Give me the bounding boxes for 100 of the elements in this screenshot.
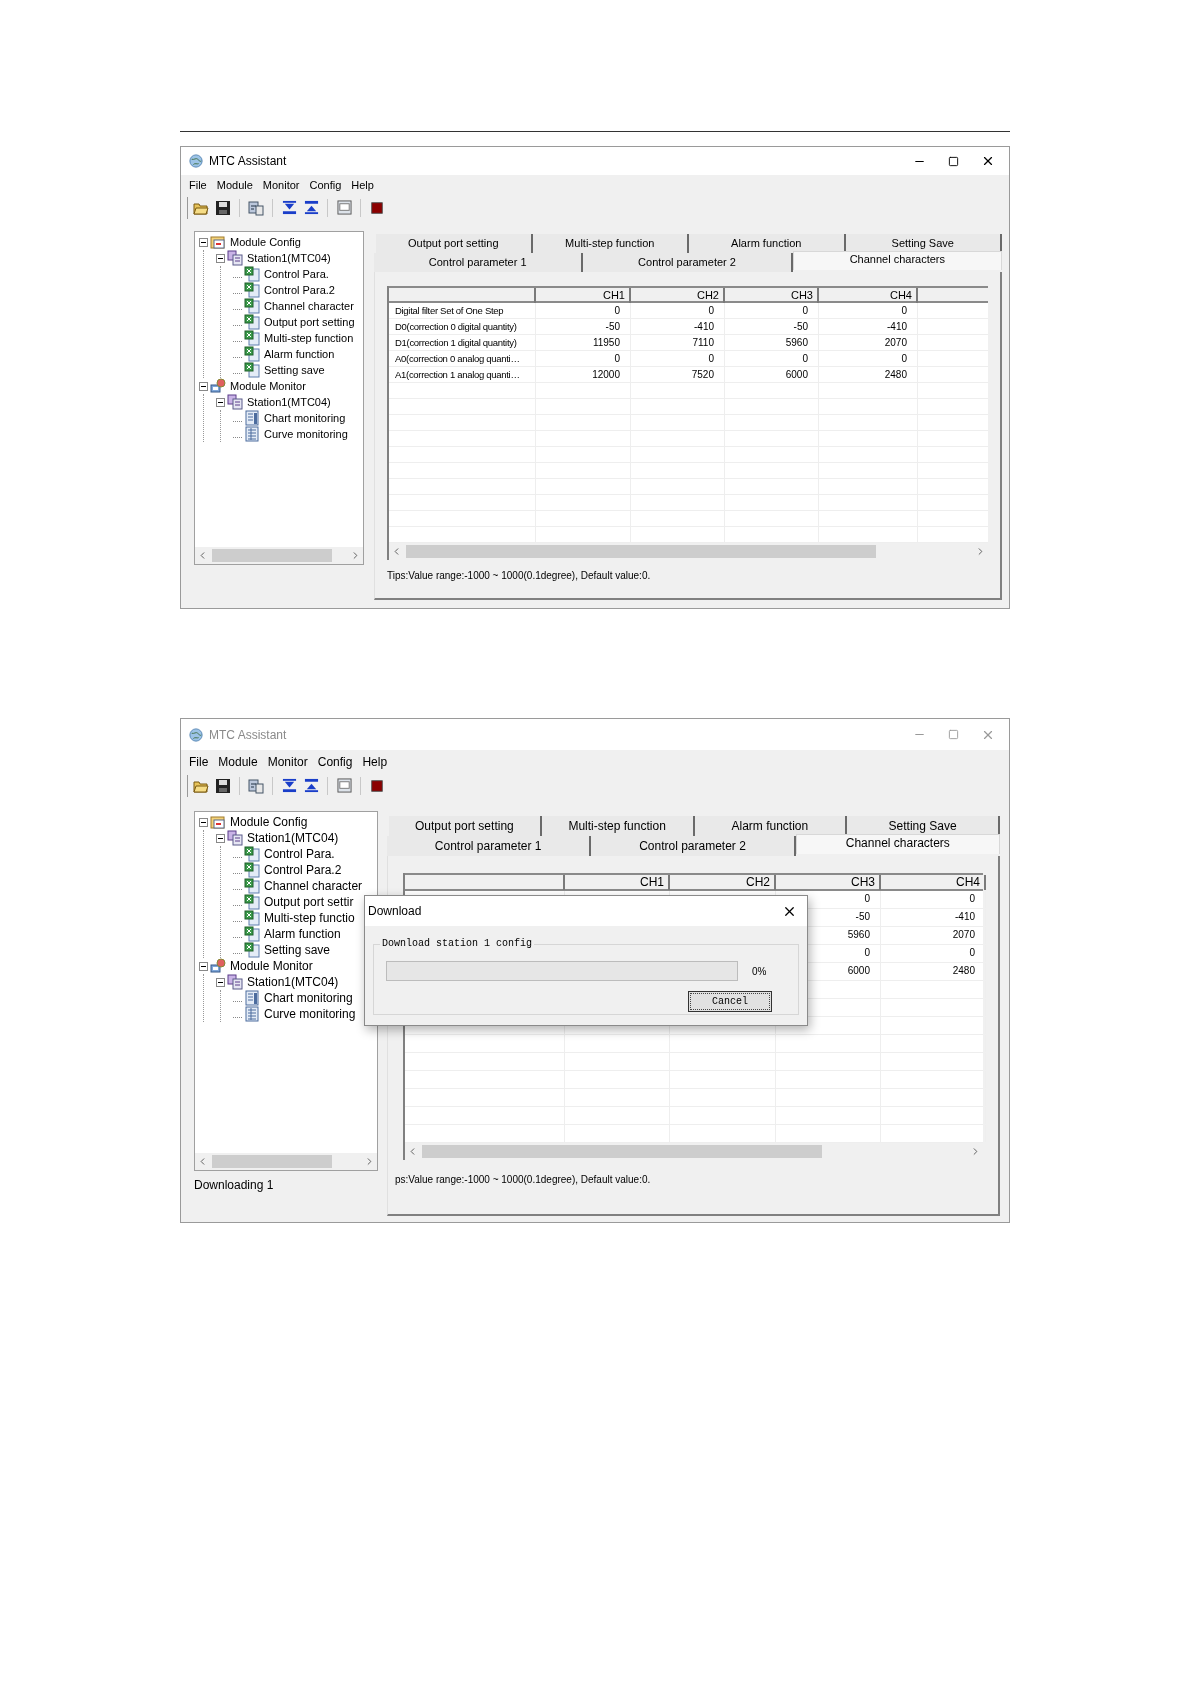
upload-icon[interactable]: [302, 776, 320, 795]
download-icon[interactable]: [280, 198, 298, 217]
horizontal-scrollbar[interactable]: [389, 543, 988, 560]
tree-item[interactable]: Module Monitor: [228, 957, 313, 975]
collapse-icon[interactable]: [216, 977, 225, 987]
menu-item[interactable]: File: [189, 752, 209, 771]
menu-item[interactable]: Config: [309, 176, 342, 194]
tree-item[interactable]: Station1(MTC04): [245, 973, 339, 991]
tab[interactable]: Setting Save: [847, 816, 1000, 836]
tree-item[interactable]: Setting save: [262, 361, 325, 379]
menu-item[interactable]: File: [189, 176, 207, 194]
globe-icon: [189, 154, 203, 168]
tree-item[interactable]: Channel character: [262, 297, 354, 315]
menu-item[interactable]: Config: [317, 752, 353, 771]
tab[interactable]: Alarm function: [694, 816, 848, 836]
table-cell: -50: [725, 319, 819, 334]
tree-item[interactable]: Station1(MTC04): [245, 829, 339, 847]
tree-item[interactable]: Module Monitor: [228, 377, 306, 395]
convert-icon[interactable]: [247, 776, 265, 795]
tree-item[interactable]: Control Para.2: [262, 861, 342, 879]
window-icon[interactable]: [335, 198, 353, 217]
tab[interactable]: Control parameter 2: [583, 253, 793, 272]
window-icon[interactable]: [335, 776, 353, 795]
collapse-icon[interactable]: [199, 961, 208, 971]
tab[interactable]: Multi-step function: [532, 234, 689, 253]
save-icon[interactable]: [214, 776, 232, 795]
tree-item[interactable]: Control Para.: [262, 845, 335, 863]
tree-item[interactable]: Control Para.: [262, 265, 329, 283]
tab[interactable]: Output port setting: [389, 816, 542, 836]
column-header[interactable]: CH4: [819, 288, 918, 303]
window-title: MTC Assistant: [209, 153, 287, 170]
sheet-icon: [244, 910, 260, 926]
window-title: MTC Assistant: [209, 726, 287, 744]
tab[interactable]: Control parameter 1: [387, 836, 592, 856]
table-cell: 2480: [881, 963, 986, 980]
tree-item[interactable]: Control Para.2: [262, 281, 335, 299]
sheet-icon: [244, 266, 260, 282]
save-icon[interactable]: [214, 198, 232, 217]
menu-item[interactable]: Module: [218, 752, 258, 771]
tree-item[interactable]: Alarm function: [262, 925, 341, 943]
table-cell: 0: [881, 945, 986, 962]
column-header[interactable]: CH1: [536, 288, 631, 303]
scrollbar-thumb[interactable]: [406, 545, 876, 558]
tree-item[interactable]: Channel character: [262, 877, 363, 895]
tree-item[interactable]: Multi-step functio: [262, 909, 355, 927]
dialog-title: Download: [368, 903, 422, 920]
tab[interactable]: Multi-step function: [541, 816, 695, 836]
tree-item[interactable]: Multi-step function: [262, 329, 354, 347]
tree-item[interactable]: Chart monitoring: [262, 409, 346, 427]
tree-item[interactable]: Module Config: [228, 233, 301, 251]
collapse-icon[interactable]: [199, 237, 208, 247]
download-icon[interactable]: [280, 776, 298, 795]
tab[interactable]: Output port setting: [376, 234, 533, 253]
tab[interactable]: Control parameter 2: [591, 836, 796, 856]
tree-item[interactable]: Output port settir: [262, 893, 354, 911]
tree-item[interactable]: Alarm function: [262, 345, 335, 363]
collapse-icon[interactable]: [216, 397, 225, 407]
column-header[interactable]: CH3: [725, 288, 819, 303]
tree-item[interactable]: Chart monitoring: [262, 989, 353, 1007]
scrollbar-thumb[interactable]: [422, 1145, 822, 1158]
horizontal-scrollbar[interactable]: [405, 1143, 983, 1160]
column-header[interactable]: CH3: [776, 875, 881, 890]
cancel-button[interactable]: Cancel: [688, 991, 772, 1012]
menu-item[interactable]: Monitor: [262, 176, 300, 194]
tab[interactable]: Channel characters: [795, 834, 1000, 854]
close-icon[interactable]: [981, 154, 995, 168]
column-header[interactable]: CH4: [881, 875, 986, 890]
column-header[interactable]: CH1: [565, 875, 670, 890]
tab[interactable]: Control parameter 1: [374, 253, 584, 272]
menu-item[interactable]: Monitor: [267, 752, 308, 771]
upload-icon[interactable]: [302, 198, 320, 217]
collapse-icon[interactable]: [216, 253, 225, 263]
sheet-icon: [244, 298, 260, 314]
tree-item[interactable]: Output port setting: [262, 313, 355, 331]
sheet-icon: [244, 846, 260, 862]
menu-item[interactable]: Module: [216, 176, 253, 194]
tree-item[interactable]: Curve monitoring: [262, 1005, 356, 1023]
station-icon: [227, 974, 243, 990]
sheet-icon: [244, 894, 260, 910]
collapse-icon[interactable]: [199, 381, 208, 391]
horizontal-scrollbar[interactable]: [195, 547, 363, 564]
column-header[interactable]: CH2: [670, 875, 776, 890]
scrollbar-thumb[interactable]: [212, 549, 332, 562]
tab[interactable]: Alarm function: [689, 234, 846, 253]
tree-item[interactable]: Station1(MTC04): [245, 249, 331, 267]
menu-item[interactable]: Help: [351, 176, 374, 194]
tree-item[interactable]: Setting save: [262, 941, 331, 959]
scrollbar-thumb[interactable]: [212, 1155, 332, 1168]
menu-item[interactable]: Help: [362, 752, 388, 771]
tab[interactable]: Channel characters: [792, 251, 1002, 270]
collapse-icon[interactable]: [216, 833, 225, 843]
tree-item[interactable]: Module Config: [228, 813, 308, 831]
column-header[interactable]: CH2: [631, 288, 725, 303]
horizontal-scrollbar[interactable]: [195, 1153, 377, 1170]
tree-item[interactable]: Curve monitoring: [262, 425, 348, 443]
convert-icon[interactable]: [247, 198, 265, 217]
collapse-icon[interactable]: [199, 817, 208, 827]
tree-item[interactable]: Station1(MTC04): [245, 393, 331, 411]
network-icon: [210, 378, 226, 394]
maximize-icon[interactable]: [948, 155, 959, 167]
